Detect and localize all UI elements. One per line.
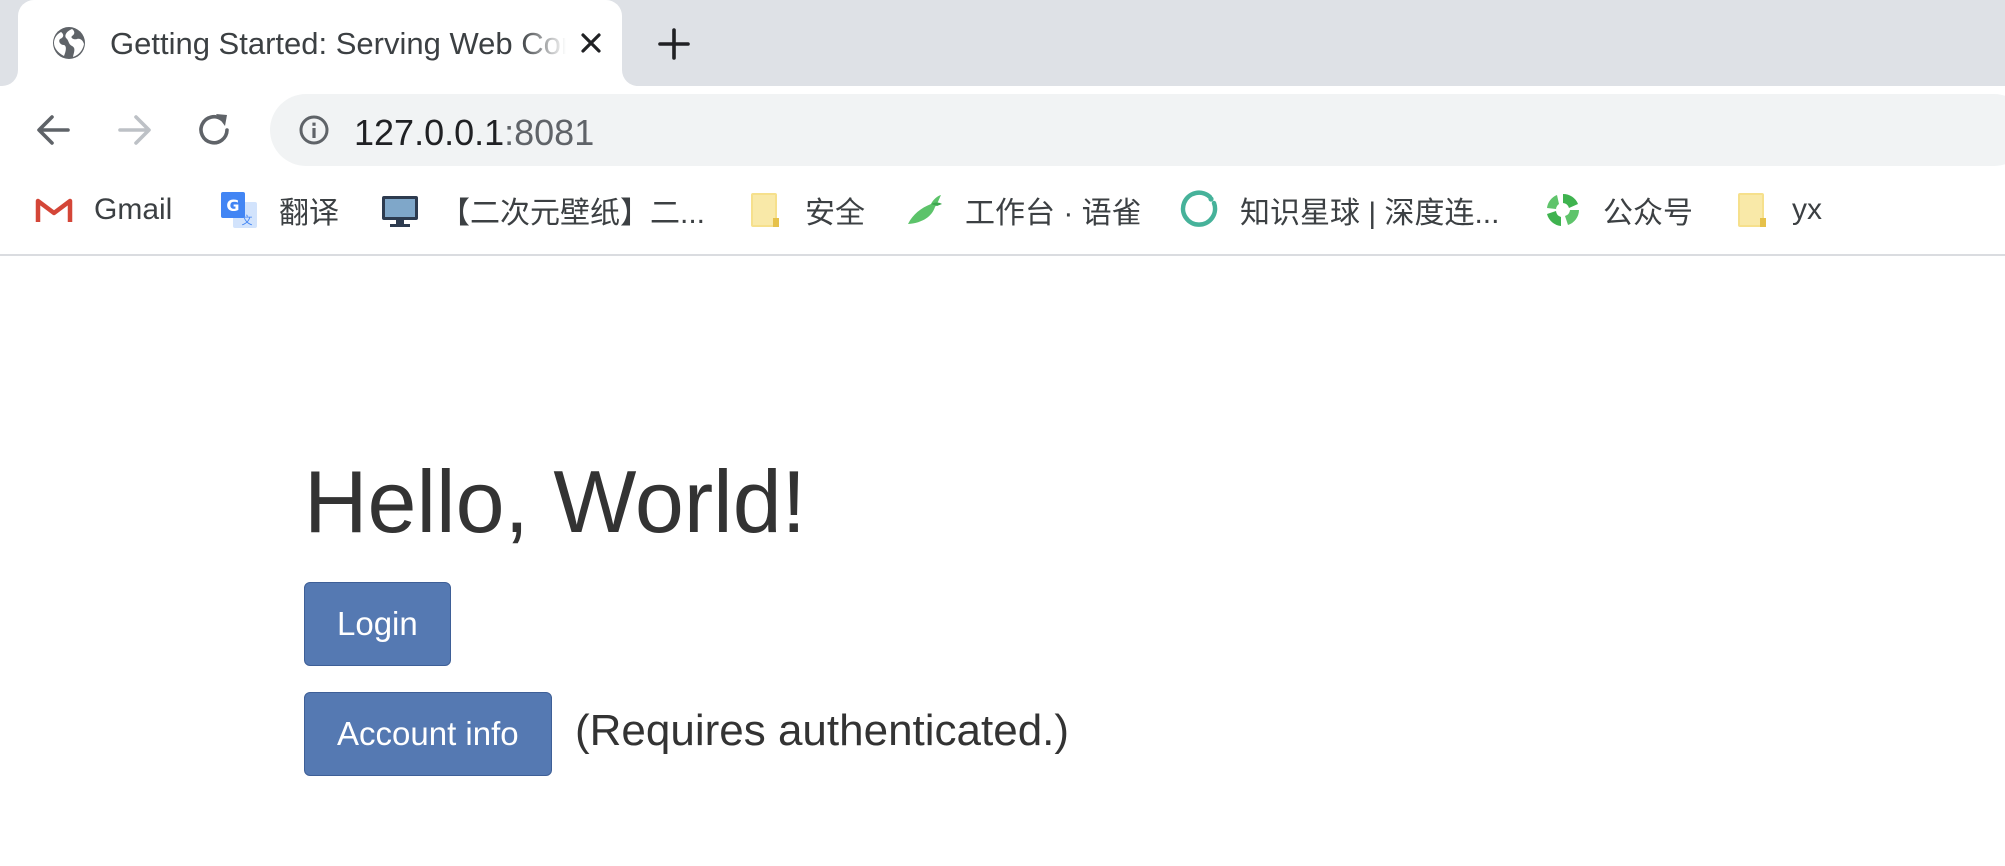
browser-tab[interactable]: Getting Started: Serving Web Content <box>18 0 622 86</box>
svg-text:G: G <box>226 196 239 215</box>
yuque-icon <box>908 195 942 224</box>
bookmark-folder-security[interactable]: 安全 <box>745 188 865 232</box>
bookmark-zsxq[interactable]: 知识星球 | 深度连... <box>1180 188 1499 232</box>
bookmark-label: Gmail <box>94 193 173 226</box>
bookmark-wechat-mp[interactable]: 公众号 <box>1543 188 1693 232</box>
close-icon[interactable] <box>576 28 606 58</box>
bookmark-label: 公众号 <box>1603 197 1693 230</box>
bookmark-wallpaper[interactable]: 【二次元壁纸】二... <box>380 188 705 232</box>
new-tab-plus-icon[interactable] <box>654 24 694 64</box>
bookmark-yuque[interactable]: 工作台 · 语雀 <box>905 188 1142 232</box>
bookmark-label: 知识星球 | 深度连... <box>1240 197 1500 230</box>
monitor-icon <box>382 196 418 227</box>
back-arrow-icon[interactable] <box>30 106 78 154</box>
account-info-button[interactable]: Account info <box>304 692 552 776</box>
page-title: Hello, World! <box>304 452 807 551</box>
bookmark-folder-yx[interactable]: yx <box>1732 188 1822 232</box>
address-bar[interactable]: 127.0.0.1:8081 <box>270 94 2005 166</box>
bookmark-label: 【二次元壁纸】二... <box>440 197 706 230</box>
folder-icon <box>1738 193 1766 227</box>
url-text[interactable]: 127.0.0.1:8081 <box>354 112 594 154</box>
bookmark-gmail[interactable]: Gmail <box>34 188 172 232</box>
bookmark-label: 工作台 · 语雀 <box>965 197 1142 230</box>
url-port: :8081 <box>504 112 595 153</box>
gmail-icon <box>35 198 73 224</box>
bookmark-translate[interactable]: G 文 翻译 <box>219 188 339 232</box>
folder-icon <box>751 193 779 227</box>
translate-icon: G 文 <box>221 192 257 228</box>
zsxq-icon <box>1180 190 1218 227</box>
info-icon[interactable] <box>298 114 330 146</box>
forward-arrow-icon[interactable] <box>110 106 158 154</box>
bookmarks-bar: Gmail G 文 翻译 【二次元壁纸】二... 安全 工作台 · 语雀 知识星… <box>0 174 2005 256</box>
url-host: 127.0.0.1 <box>354 112 505 153</box>
wechat-mp-icon <box>1547 193 1579 226</box>
bookmark-label: 翻译 <box>279 197 339 230</box>
tab-title: Getting Started: Serving Web Content <box>110 26 566 61</box>
login-button[interactable]: Login <box>304 582 451 666</box>
browser-toolbar: 127.0.0.1:8081 <box>0 86 2005 174</box>
reload-icon[interactable] <box>190 106 238 154</box>
globe-icon <box>53 27 85 59</box>
bookmark-label: yx <box>1792 193 1822 226</box>
svg-text:文: 文 <box>242 213 253 227</box>
bookmark-label: 安全 <box>805 197 865 230</box>
page-content: Hello, World! Login Account info (Requir… <box>0 258 2005 866</box>
requires-auth-note: (Requires authenticated.) <box>575 706 1070 755</box>
tab-strip: Getting Started: Serving Web Content <box>0 0 2005 86</box>
